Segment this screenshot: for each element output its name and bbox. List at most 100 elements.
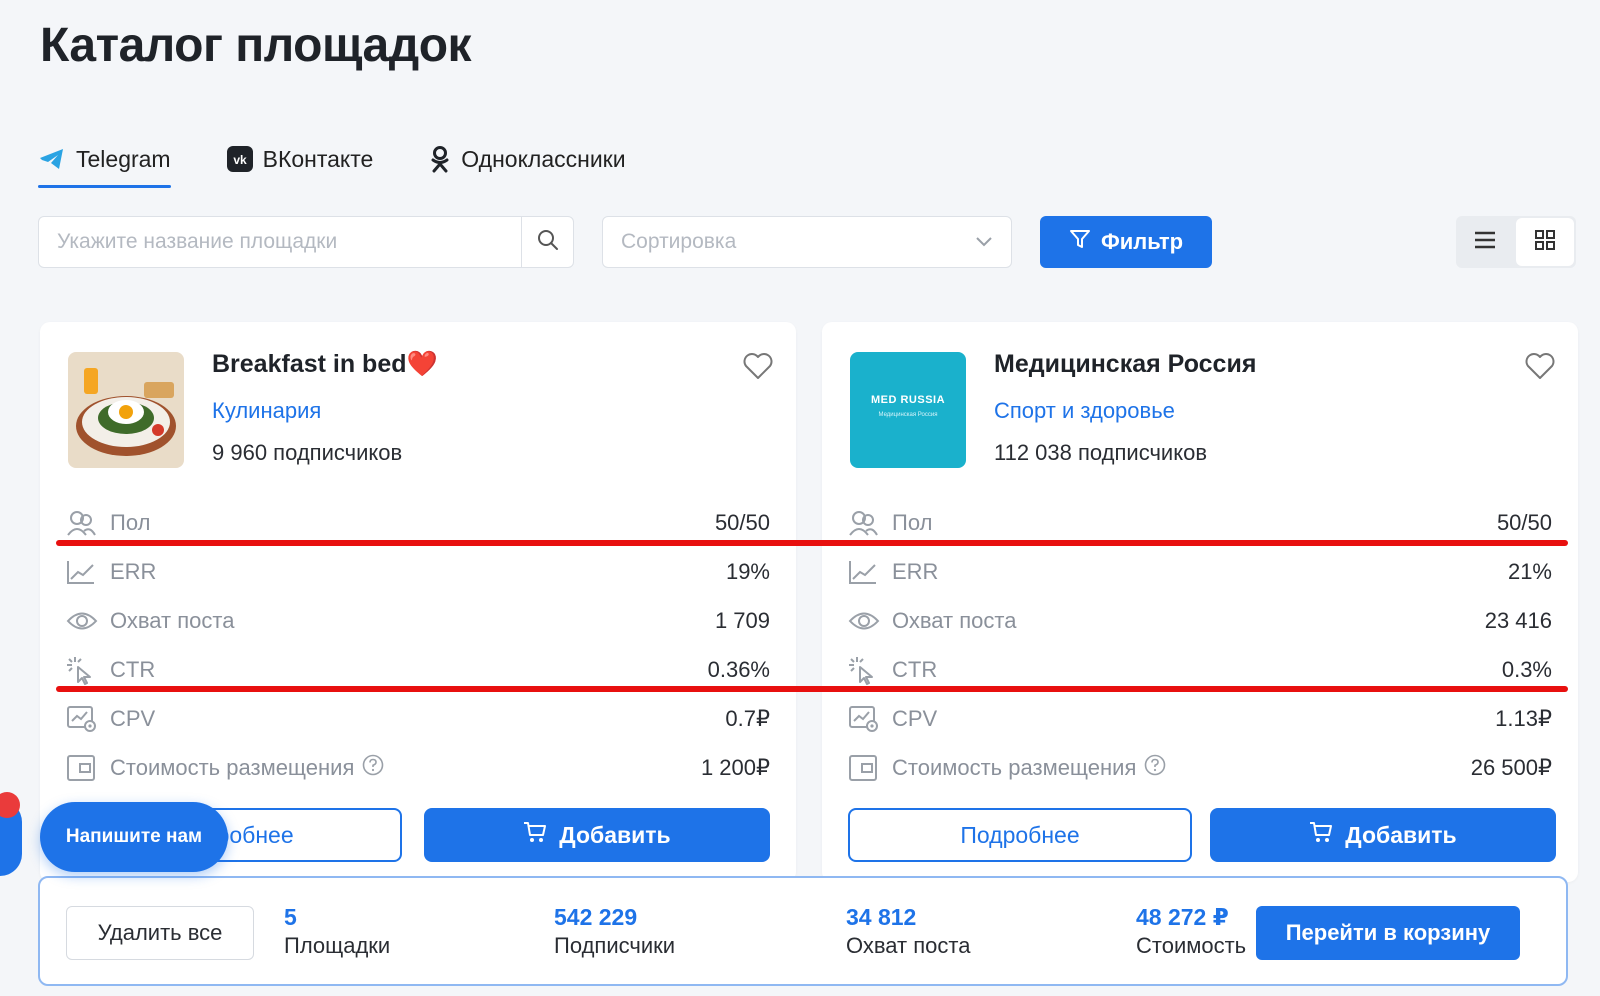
- telegram-icon: [38, 147, 66, 171]
- grid-view-button[interactable]: [1516, 218, 1574, 266]
- metric-value: 1.13₽: [1495, 705, 1552, 731]
- add-label: Добавить: [1345, 821, 1457, 848]
- gender-icon: [66, 509, 102, 537]
- chart-line-icon: [66, 559, 102, 585]
- tab-odnoklassniki[interactable]: Одноклассники: [429, 130, 626, 188]
- metric-err: ERR 19%: [66, 547, 770, 596]
- views-chart-icon: [848, 705, 884, 733]
- search-icon: [536, 228, 560, 257]
- vk-icon: vk: [226, 146, 253, 172]
- stat-label: Подписчики: [554, 933, 676, 958]
- logo-text: MED RUSSIA: [870, 394, 946, 406]
- metric-value: 21%: [1507, 558, 1552, 584]
- list-view-button[interactable]: [1456, 216, 1514, 268]
- logo-subtext: Медицинская Россия: [878, 412, 938, 418]
- subscriber-count: 9 960 подписчиков: [212, 440, 403, 465]
- stat-value: 34 812: [846, 904, 917, 930]
- metric-label: Пол: [892, 509, 933, 535]
- add-button[interactable]: Добавить: [1210, 808, 1556, 862]
- tab-label: Telegram: [76, 145, 171, 172]
- channel-avatar: [68, 352, 184, 468]
- cart-icon: [1309, 821, 1333, 849]
- tab-label: ВКонтакте: [262, 145, 374, 172]
- stat-value: 48 272 ₽: [1136, 904, 1229, 930]
- metric-label-wrap: Стоимость размещения: [884, 754, 1471, 782]
- metric-value: 50/50: [1496, 509, 1552, 535]
- highlight-line: [56, 540, 1568, 546]
- metric-value: 26 500₽: [1470, 754, 1552, 780]
- metric-label: Стоимость размещения: [892, 754, 1137, 780]
- search-box: [38, 216, 574, 268]
- stat-platforms: 5 Площадки: [284, 904, 390, 959]
- heart-icon: [742, 353, 774, 384]
- chat-button[interactable]: Напишите нам: [40, 802, 228, 872]
- metric-price: Стоимость размещения 26 500₽: [848, 743, 1552, 792]
- stat-value: 5: [284, 904, 297, 930]
- favorite-button[interactable]: [1524, 352, 1556, 385]
- channel-avatar: MED RUSSIA Медицинская Россия: [850, 352, 966, 468]
- help-icon[interactable]: [1144, 754, 1166, 782]
- metric-cpv: CPV 0.7₽: [66, 694, 770, 743]
- metric-label: Охват поста: [892, 607, 1017, 633]
- cursor-click-icon: [66, 655, 102, 685]
- eye-icon: [848, 610, 884, 632]
- stat-reach: 34 812 Охват поста: [846, 904, 970, 959]
- metric-label: CPV: [110, 705, 156, 731]
- stat-subscribers: 542 229 Подписчики: [554, 904, 675, 959]
- cart-icon: [523, 821, 547, 849]
- help-icon[interactable]: [362, 754, 384, 782]
- favorite-button[interactable]: [742, 352, 774, 385]
- metric-value: 50/50: [714, 509, 770, 535]
- search-button[interactable]: [521, 217, 573, 267]
- views-chart-icon: [66, 705, 102, 733]
- channel-category[interactable]: Кулинария: [212, 398, 321, 424]
- platform-tabs: Telegram vk ВКонтакте Одноклассники: [38, 130, 682, 188]
- metric-err: ERR 21%: [848, 547, 1552, 596]
- wallet-icon: [66, 754, 102, 782]
- metric-value: 0.3%: [1501, 656, 1552, 682]
- metric-label: Охват поста: [110, 607, 235, 633]
- filter-button[interactable]: Фильтр: [1040, 216, 1212, 268]
- cursor-click-icon: [848, 655, 884, 685]
- page-title: Каталог площадок: [40, 19, 472, 72]
- svg-text:vk: vk: [233, 153, 247, 167]
- metric-reach: Охват поста 23 416: [848, 596, 1552, 645]
- heart-icon: [1524, 353, 1556, 384]
- stat-cost: 48 272 ₽ Стоимость: [1136, 904, 1246, 959]
- metric-value: 0.7₽: [725, 705, 770, 731]
- go-to-cart-button[interactable]: Перейти в корзину: [1256, 906, 1520, 960]
- sort-placeholder: Сортировка: [621, 230, 737, 253]
- add-label: Добавить: [559, 821, 671, 848]
- filter-label: Фильтр: [1100, 229, 1184, 254]
- metric-label: CPV: [892, 705, 938, 731]
- add-button[interactable]: Добавить: [424, 808, 770, 862]
- metric-label: CTR: [110, 656, 156, 682]
- metric-label: ERR: [892, 558, 939, 584]
- channel-card: MED RUSSIA Медицинская Россия Медицинска…: [822, 322, 1578, 882]
- metric-label: Пол: [110, 509, 151, 535]
- subscriber-count: 112 038 подписчиков: [994, 440, 1208, 465]
- channel-category[interactable]: Спорт и здоровье: [994, 398, 1175, 424]
- metric-value: 1 709: [714, 607, 770, 633]
- metric-value: 0.36%: [707, 656, 770, 682]
- stat-label: Стоимость: [1136, 933, 1247, 958]
- sort-select[interactable]: Сортировка: [602, 216, 1012, 268]
- delete-all-button[interactable]: Удалить все: [66, 906, 254, 960]
- metric-label: CTR: [892, 656, 938, 682]
- view-toggle: [1456, 216, 1576, 268]
- metric-label: ERR: [110, 558, 157, 584]
- details-button[interactable]: Подробнее: [848, 808, 1192, 862]
- gender-icon: [848, 509, 884, 537]
- cart-summary-bar: Удалить все 5 Площадки 542 229 Подписчик…: [38, 876, 1568, 986]
- stat-value: 542 229: [554, 904, 638, 930]
- channel-name[interactable]: Breakfast in bed❤️: [212, 350, 438, 379]
- wallet-icon: [848, 754, 884, 782]
- tab-vkontakte[interactable]: vk ВКонтакте: [226, 130, 374, 188]
- stat-label: Охват поста: [846, 933, 971, 958]
- channel-name[interactable]: Медицинская Россия: [994, 350, 1256, 379]
- tab-telegram[interactable]: Telegram: [38, 130, 171, 188]
- chart-line-icon: [848, 559, 884, 585]
- metric-cpv: CPV 1.13₽: [848, 694, 1552, 743]
- search-input[interactable]: [39, 217, 521, 267]
- eye-icon: [66, 610, 102, 632]
